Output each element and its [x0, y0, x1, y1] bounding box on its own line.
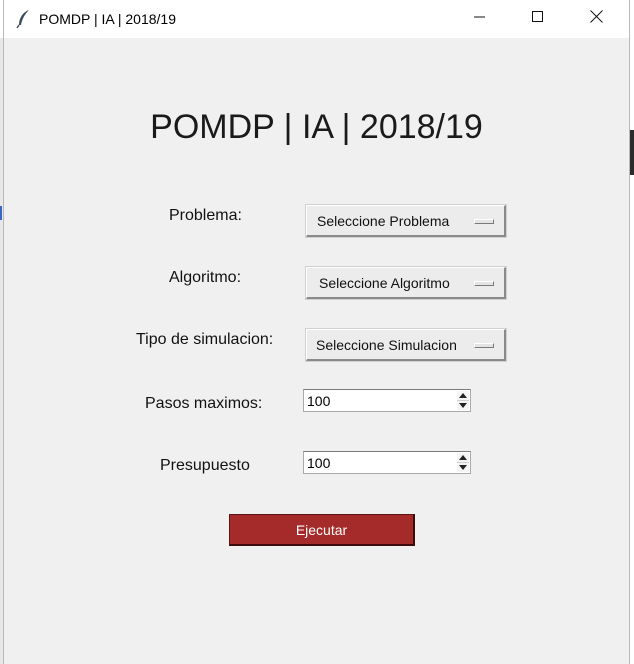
ejecutar-button[interactable]: Ejecutar [229, 514, 415, 546]
problema-dropdown-value: Seleccione Problema [317, 213, 450, 229]
presupuesto-value: 100 [307, 455, 331, 471]
presupuesto-label: Presupuesto [160, 457, 250, 474]
app-window: POMDP | IA | 2018/19 POMDP | IA | 2018/1… [3, 0, 630, 664]
problema-dropdown[interactable]: Seleccione Problema [306, 205, 506, 237]
pasos-spinbox[interactable]: 100 [303, 389, 471, 412]
simulacion-label: Tipo de simulacion: [136, 331, 274, 348]
pasos-value: 100 [307, 393, 331, 409]
dropdown-indicator-icon [474, 281, 494, 286]
close-icon [589, 10, 603, 28]
page-title: POMDP | IA | 2018/19 [150, 108, 483, 146]
simulacion-dropdown-value: Seleccione Simulacion [316, 337, 457, 353]
spin-down-icon[interactable] [457, 463, 469, 472]
presupuesto-spin-arrows [457, 453, 469, 472]
algoritmo-label: Algoritmo: [169, 269, 242, 286]
pasos-spin-arrows [457, 391, 469, 410]
maximize-button[interactable] [509, 0, 567, 38]
desktop-background-glyph [0, 206, 2, 220]
pasos-label: Pasos maximos: [145, 395, 263, 412]
window-title: POMDP | IA | 2018/19 [39, 11, 176, 27]
algoritmo-dropdown-value: Seleccione Algoritmo [319, 275, 450, 291]
spin-up-icon[interactable] [457, 453, 469, 463]
close-button[interactable] [567, 0, 625, 38]
minimize-icon [474, 10, 486, 28]
spin-up-icon[interactable] [457, 391, 469, 401]
simulacion-dropdown[interactable]: Seleccione Simulacion [306, 329, 506, 361]
minimize-button[interactable] [451, 0, 509, 38]
feather-icon [16, 9, 32, 29]
presupuesto-spinbox[interactable]: 100 [303, 451, 471, 474]
maximize-icon [532, 10, 544, 28]
dropdown-indicator-icon [474, 343, 494, 348]
desktop-background-right [630, 130, 634, 175]
title-bar[interactable]: POMDP | IA | 2018/19 [4, 0, 629, 38]
problema-label: Problema: [169, 207, 242, 224]
dropdown-indicator-icon [474, 219, 494, 224]
spin-down-icon[interactable] [457, 401, 469, 410]
algoritmo-dropdown[interactable]: Seleccione Algoritmo [306, 267, 506, 299]
